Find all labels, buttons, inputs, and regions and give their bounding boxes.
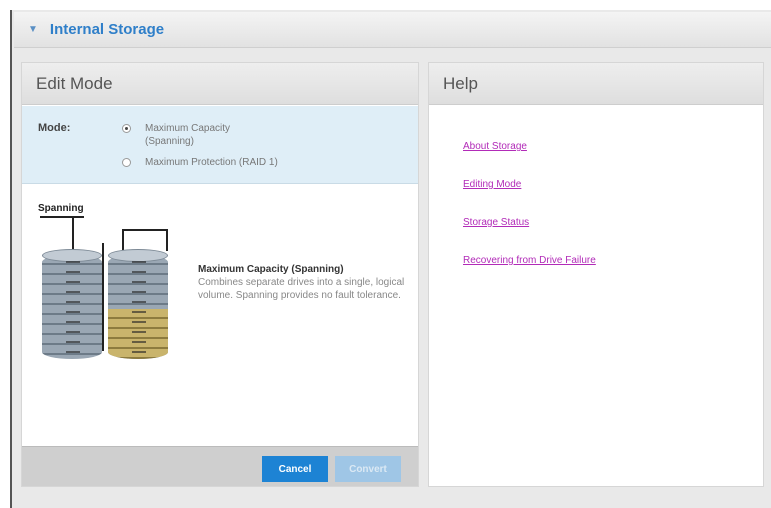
diagram-label: Spanning xyxy=(38,203,84,214)
convert-button[interactable]: Convert xyxy=(335,456,401,482)
drive-icon xyxy=(108,249,168,359)
diagram-wire xyxy=(102,243,104,351)
mode-option-label: Maximum Protection (RAID 1) xyxy=(145,157,278,168)
top-border xyxy=(10,0,771,10)
mode-option-label: Maximum Capacity (Spanning) xyxy=(145,123,231,147)
mode-option-capacity[interactable]: Maximum Capacity (Spanning) xyxy=(122,122,315,148)
section-header[interactable]: ▼ Internal Storage xyxy=(14,12,771,48)
help-link-editing-mode[interactable]: Editing Mode xyxy=(463,179,596,190)
mode-label: Mode: xyxy=(38,122,71,134)
edit-footer: Cancel Convert xyxy=(22,446,418,486)
mode-description-title: Maximum Capacity (Spanning) xyxy=(198,264,344,275)
section-title: Internal Storage xyxy=(49,21,165,38)
help-panel: Help About Storage Editing Mode Storage … xyxy=(428,62,764,487)
spanning-diagram: Spanning xyxy=(38,203,188,363)
help-link-storage-status[interactable]: Storage Status xyxy=(463,217,596,228)
help-title: Help xyxy=(429,63,763,105)
edit-mode-panel: Edit Mode Mode: Maximum Capacity (Spanni… xyxy=(21,62,419,487)
mode-option-protection[interactable]: Maximum Protection (RAID 1) xyxy=(122,156,315,169)
help-link-about-storage[interactable]: About Storage xyxy=(463,141,596,152)
mode-description: Maximum Capacity (Spanning) Combines sep… xyxy=(198,263,408,302)
radio-protection[interactable] xyxy=(122,158,131,167)
edit-mode-title: Edit Mode xyxy=(22,63,418,105)
chevron-down-icon[interactable]: ▼ xyxy=(28,24,38,35)
cancel-button[interactable]: Cancel xyxy=(262,456,328,482)
diagram-wire xyxy=(72,216,74,250)
radio-capacity[interactable] xyxy=(122,124,131,133)
diagram-wire xyxy=(40,216,84,218)
drive-slots xyxy=(66,261,80,355)
help-links: About Storage Editing Mode Storage Statu… xyxy=(463,141,596,293)
drive-slots xyxy=(132,261,146,355)
mode-selector: Mode: Maximum Capacity (Spanning) Maximu… xyxy=(22,106,418,184)
drive-icon xyxy=(42,249,102,359)
diagram-wire xyxy=(122,229,168,251)
mode-description-text: Combines separate drives into a single, … xyxy=(198,277,405,301)
help-link-drive-failure[interactable]: Recovering from Drive Failure xyxy=(463,255,596,266)
